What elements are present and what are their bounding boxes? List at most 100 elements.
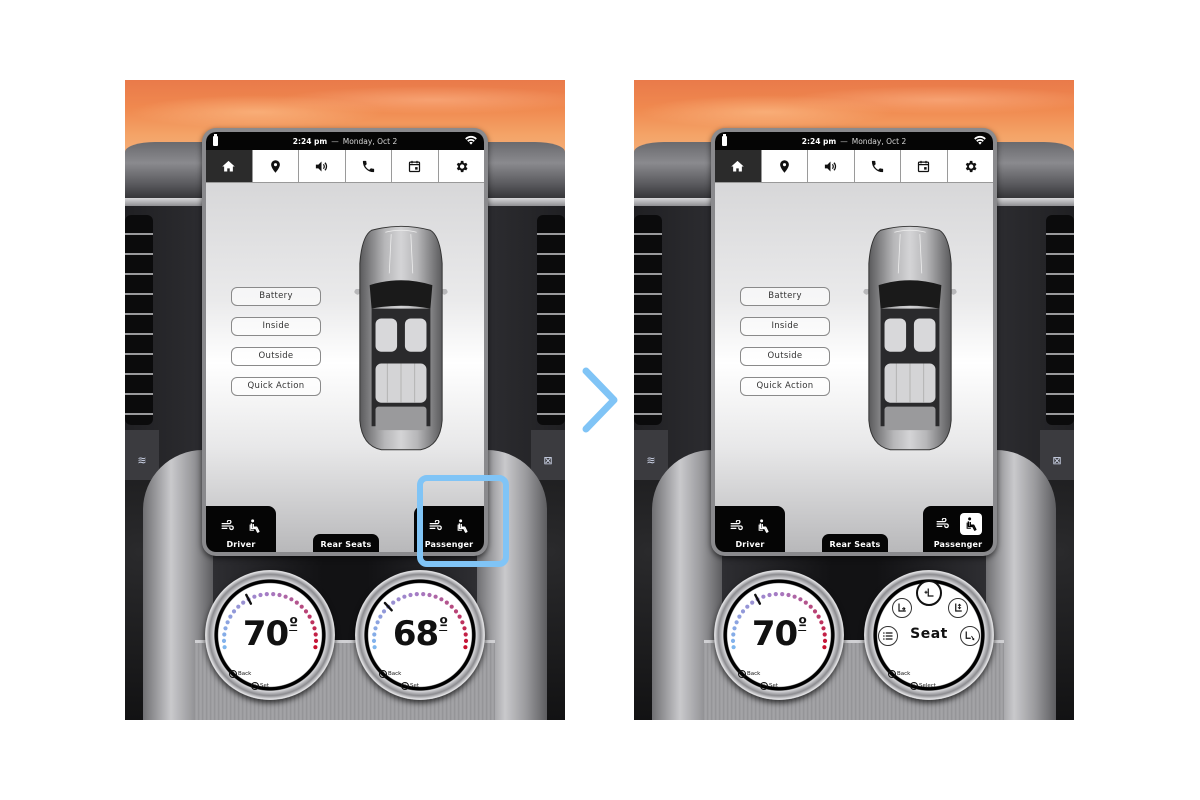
rear-seats-label: Rear Seats xyxy=(320,540,372,549)
tab-calendar[interactable] xyxy=(901,150,948,182)
infotainment-screen: 2:24 pm — Monday, Oct 2 Battery Inside O… xyxy=(711,128,997,556)
arc-dot xyxy=(231,609,237,614)
quick-action-button[interactable]: Quick Action xyxy=(231,377,321,396)
outside-button[interactable]: Outside xyxy=(740,347,830,366)
nav-bar xyxy=(206,150,484,183)
tab-audio[interactable] xyxy=(299,150,346,182)
quick-action-button[interactable]: Quick Action xyxy=(740,377,830,396)
down-arrow-icon: ↓ xyxy=(760,682,768,690)
seat-lumbar-icon xyxy=(924,588,934,597)
arc-dot xyxy=(745,604,750,609)
home-icon xyxy=(222,160,235,171)
arc-dot xyxy=(258,592,263,598)
status-date: Monday, Oct 2 xyxy=(342,136,398,146)
calendar-icon xyxy=(409,160,421,172)
arc-dot xyxy=(381,609,387,614)
passenger-temperature-dial[interactable]: 68º ↑ Back ↓ Set xyxy=(355,570,485,700)
temperature-value: 70º xyxy=(242,614,298,654)
select-hint: ↓ Select xyxy=(910,682,936,690)
arc-dot xyxy=(294,600,299,605)
arc-dot xyxy=(289,597,294,602)
arc-dot xyxy=(803,600,808,605)
battery-button[interactable]: Battery xyxy=(231,287,321,306)
seat-height-option[interactable] xyxy=(948,598,968,618)
set-hint: ↓ Set xyxy=(760,682,779,690)
tab-settings[interactable] xyxy=(947,150,993,182)
driver-seat-button[interactable] xyxy=(245,517,263,535)
air-vent-left xyxy=(125,215,153,425)
arc-dot xyxy=(283,594,288,599)
arc-dot xyxy=(761,594,766,599)
driver-temperature-dial[interactable]: 70º ↑ Back ↓ Set xyxy=(205,570,335,700)
passenger-zone: Passenger xyxy=(923,506,993,552)
driver-label: Driver xyxy=(735,540,765,549)
seat-recline-icon xyxy=(898,603,906,612)
passenger-fan-button[interactable] xyxy=(934,515,952,533)
before-scene: ≋ ⊠ 2:24 pm — Monday, Oct 2 Battery Insi… xyxy=(125,80,565,720)
location-pin-icon xyxy=(270,159,280,173)
arc-dot xyxy=(252,594,257,599)
seat-control-dial[interactable]: Seat ↑ Back ↓ Select xyxy=(864,570,994,700)
air-vent-left xyxy=(634,215,662,425)
set-hint: ↓ Set xyxy=(401,682,420,690)
arc-dot xyxy=(271,592,276,597)
driver-seat-button[interactable] xyxy=(754,517,772,535)
transition-arrow-icon xyxy=(582,367,618,433)
back-hint: ↑ Back xyxy=(738,670,761,678)
tab-home[interactable] xyxy=(206,150,253,182)
down-arrow-icon: ↓ xyxy=(401,682,409,690)
arc-dot xyxy=(241,600,246,605)
tab-navigation[interactable] xyxy=(252,150,299,182)
tab-settings[interactable] xyxy=(438,150,484,182)
arc-dot xyxy=(798,597,803,602)
arc-dot xyxy=(449,604,454,609)
arc-dot xyxy=(303,609,309,614)
tab-phone[interactable] xyxy=(345,150,392,182)
seat-lumbar-option[interactable] xyxy=(916,580,942,606)
air-vent-right xyxy=(1046,215,1074,425)
seat-menu-title: Seat xyxy=(910,626,948,642)
arc-dot xyxy=(391,600,396,605)
inside-button[interactable]: Inside xyxy=(231,317,321,336)
tab-home[interactable] xyxy=(715,150,762,182)
battery-button[interactable]: Battery xyxy=(740,287,830,306)
back-hint: ↑ Back xyxy=(379,670,402,678)
tab-phone[interactable] xyxy=(854,150,901,182)
calendar-icon xyxy=(918,160,930,172)
arc-dot xyxy=(792,594,797,599)
volume-icon xyxy=(825,161,837,171)
arc-dot xyxy=(780,592,785,597)
arc-dot xyxy=(414,592,419,597)
home-icon xyxy=(731,160,744,171)
car-top-view-image xyxy=(354,225,448,451)
arc-dot xyxy=(264,592,269,597)
tab-calendar[interactable] xyxy=(392,150,439,182)
driver-fan-button[interactable] xyxy=(219,517,237,535)
arc-dot xyxy=(421,592,426,597)
fan-airflow-icon xyxy=(936,518,949,529)
driver-label: Driver xyxy=(226,540,256,549)
up-arrow-icon: ↑ xyxy=(888,670,896,678)
tab-navigation[interactable] xyxy=(761,150,808,182)
inside-button[interactable]: Inside xyxy=(740,317,830,336)
outside-button[interactable]: Outside xyxy=(231,347,321,366)
seat-height-icon xyxy=(955,603,962,612)
arc-dot xyxy=(812,609,818,614)
seat-recline-option[interactable] xyxy=(892,598,912,618)
tab-audio[interactable] xyxy=(808,150,855,182)
rear-seats-button[interactable]: Rear Seats xyxy=(822,534,888,552)
up-arrow-icon: ↑ xyxy=(229,670,237,678)
status-bar: 2:24 pm — Monday, Oct 2 xyxy=(715,132,993,150)
rear-seats-button[interactable]: Rear Seats xyxy=(313,534,379,552)
rear-seats-label: Rear Seats xyxy=(829,540,881,549)
back-hint: ↑ Back xyxy=(888,670,911,678)
phone-icon xyxy=(871,160,883,172)
fan-airflow-icon xyxy=(730,520,743,531)
phone-icon xyxy=(362,160,374,172)
driver-zone: Driver xyxy=(715,506,785,552)
arc-dot xyxy=(786,592,791,598)
gear-icon xyxy=(456,160,468,172)
driver-fan-button[interactable] xyxy=(728,517,746,535)
driver-temperature-dial[interactable]: 70º ↑ Back ↓ Set xyxy=(714,570,844,700)
passenger-seat-button[interactable] xyxy=(960,513,982,535)
